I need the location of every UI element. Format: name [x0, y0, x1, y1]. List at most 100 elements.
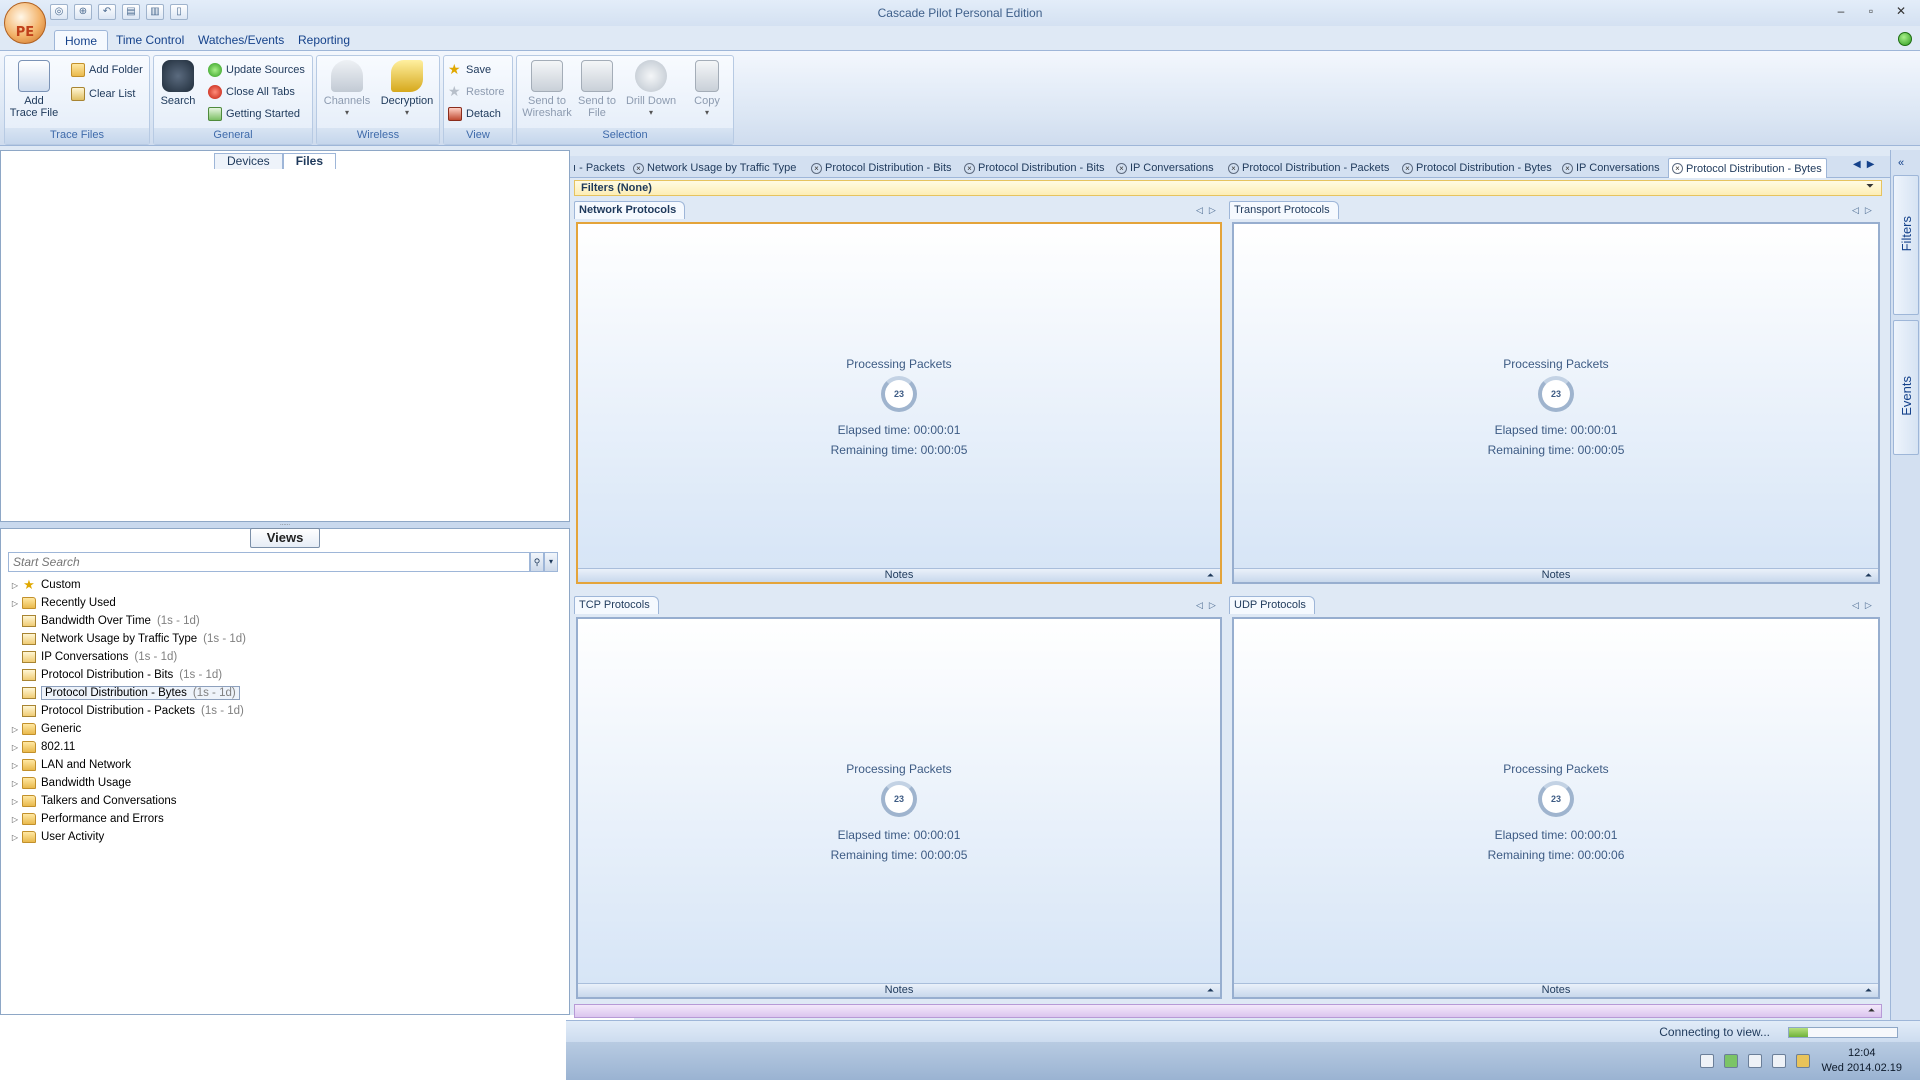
expand-icon[interactable]: ▷: [8, 599, 22, 608]
panel-tcp-protocols[interactable]: Processing Packets 23 Elapsed time: 00:0…: [576, 617, 1222, 999]
help-icon[interactable]: [1898, 32, 1912, 46]
notes-bar[interactable]: Notes ⏶: [1234, 568, 1878, 582]
send-to-wireshark-button[interactable]: Send to Wireshark: [519, 60, 575, 119]
doc-tab-packets[interactable]: ı - Packets: [570, 158, 625, 178]
expand-icon[interactable]: ▷: [8, 833, 22, 842]
expand-icon[interactable]: ▷: [8, 779, 22, 788]
tab-watches-events[interactable]: Watches/Events: [188, 30, 294, 50]
expand-notes-icon[interactable]: ⏶: [1207, 569, 1214, 582]
restore-view-button[interactable]: ★ Restore: [448, 82, 505, 102]
expand-notes-icon[interactable]: ⏶: [1207, 984, 1214, 997]
keyboard-icon[interactable]: [1700, 1054, 1714, 1068]
expand-icon[interactable]: ▷: [8, 725, 22, 734]
doc-tab-protocol-bits[interactable]: × Protocol Distribution - Bits: [808, 158, 952, 178]
close-tab-icon[interactable]: ×: [811, 162, 822, 174]
detach-button[interactable]: Detach: [448, 104, 501, 124]
events-side-tab[interactable]: Events: [1893, 320, 1919, 455]
application-menu-button[interactable]: PE: [4, 2, 46, 44]
next-icon[interactable]: ▷: [1209, 205, 1222, 215]
panel-transport-protocols[interactable]: Processing Packets 23 Elapsed time: 00:0…: [1232, 222, 1880, 584]
scroll-right-icon[interactable]: ▶: [1867, 159, 1881, 170]
next-icon[interactable]: ▷: [1209, 600, 1222, 610]
tree-item-bandwidth-usage[interactable]: ▷ Bandwidth Usage: [8, 774, 548, 792]
tree-item-custom[interactable]: ▷ ★ Custom: [8, 576, 548, 594]
search-dropdown-icon[interactable]: ▾: [544, 552, 558, 572]
close-tab-icon[interactable]: ×: [1228, 162, 1239, 174]
close-tab-icon[interactable]: ×: [1562, 162, 1573, 174]
tab-time-control[interactable]: Time Control: [106, 30, 194, 50]
tree-item-generic[interactable]: ▷ Generic: [8, 720, 548, 738]
close-tab-icon[interactable]: ×: [964, 162, 975, 174]
tab-reporting[interactable]: Reporting: [288, 30, 360, 50]
notes-bar[interactable]: Notes ⏶: [578, 568, 1220, 582]
flag-icon[interactable]: [1796, 1054, 1810, 1068]
update-sources-button[interactable]: Update Sources: [208, 60, 305, 80]
close-button[interactable]: ✕: [1888, 3, 1914, 21]
minimize-button[interactable]: –: [1828, 3, 1854, 21]
tab-scroll-arrows[interactable]: ◀▶: [1853, 159, 1880, 170]
add-trace-file-button[interactable]: Add Trace File: [9, 60, 59, 119]
volume-icon[interactable]: [1748, 1054, 1762, 1068]
panel-tab-udp-protocols[interactable]: UDP Protocols: [1229, 596, 1315, 614]
doc-tab-ip-conversations[interactable]: × IP Conversations: [1113, 158, 1214, 178]
doc-tab-ip-conversations-2[interactable]: × IP Conversations: [1559, 158, 1660, 178]
drill-down-button[interactable]: Drill Down ▾: [621, 60, 681, 119]
panel-udp-protocols[interactable]: Processing Packets 23 Elapsed time: 00:0…: [1232, 617, 1880, 999]
panel-tab-transport-protocols[interactable]: Transport Protocols: [1229, 201, 1339, 219]
scroll-left-icon[interactable]: ◀: [1853, 159, 1867, 170]
doc-tab-protocol-bits-2[interactable]: × Protocol Distribution - Bits: [961, 158, 1105, 178]
prev-icon[interactable]: ◁: [1196, 205, 1209, 215]
expand-icon[interactable]: ▷: [8, 581, 22, 590]
expand-icon[interactable]: ▷: [8, 797, 22, 806]
tree-item-network-usage[interactable]: Network Usage by Traffic Type (1s - 1d): [8, 630, 548, 648]
prev-icon[interactable]: ◁: [1196, 600, 1209, 610]
notes-bar[interactable]: Notes ⏶: [1234, 983, 1878, 997]
tab-home[interactable]: Home: [54, 30, 109, 50]
panel-tab-tcp-protocols[interactable]: TCP Protocols: [574, 596, 659, 614]
panel-nav-arrows[interactable]: ◁▷: [1852, 205, 1878, 216]
search-options-icon[interactable]: ⚲: [530, 552, 544, 572]
collapse-sidebar-icon[interactable]: «: [1898, 157, 1904, 169]
search-button[interactable]: Search: [158, 60, 198, 107]
tree-item-protocol-packets[interactable]: Protocol Distribution - Packets (1s - 1d): [8, 702, 548, 720]
save-view-button[interactable]: ★ Save: [448, 60, 491, 80]
close-tab-icon[interactable]: ×: [1116, 162, 1127, 174]
tree-item-recently-used[interactable]: ▷ Recently Used: [8, 594, 548, 612]
close-tab-icon[interactable]: ×: [633, 162, 644, 174]
prev-icon[interactable]: ◁: [1852, 600, 1865, 610]
tree-item-802-11[interactable]: ▷ 802.11: [8, 738, 548, 756]
expand-icon[interactable]: ⏶: [1868, 1005, 1875, 1016]
getting-started-button[interactable]: Getting Started: [208, 104, 300, 124]
filters-side-tab[interactable]: Filters: [1893, 175, 1919, 315]
add-folder-button[interactable]: Add Folder: [71, 60, 143, 80]
security-icon[interactable]: [1724, 1054, 1738, 1068]
next-icon[interactable]: ▷: [1865, 205, 1878, 215]
decryption-button[interactable]: Decryption ▾: [377, 60, 437, 119]
expand-icon[interactable]: ▷: [8, 743, 22, 752]
panel-nav-arrows[interactable]: ◁▷: [1196, 205, 1222, 216]
tab-devices[interactable]: Devices: [214, 153, 283, 169]
expand-notes-icon[interactable]: ⏶: [1865, 569, 1872, 582]
tree-item-user-activity[interactable]: ▷ User Activity: [8, 828, 548, 846]
tree-item-protocol-bytes[interactable]: Protocol Distribution - Bytes (1s - 1d): [8, 684, 548, 702]
close-all-tabs-button[interactable]: Close All Tabs: [208, 82, 295, 102]
send-to-file-button[interactable]: Send to File: [577, 60, 617, 119]
tree-item-performance[interactable]: ▷ Performance and Errors: [8, 810, 548, 828]
panel-tab-network-protocols[interactable]: Network Protocols: [574, 201, 686, 219]
network-icon[interactable]: [1772, 1054, 1786, 1068]
panel-network-protocols[interactable]: Processing Packets 23 Elapsed time: 00:0…: [576, 222, 1222, 584]
tree-item-protocol-bits[interactable]: Protocol Distribution - Bits (1s - 1d): [8, 666, 548, 684]
collapse-filters-icon[interactable]: ⏷: [1866, 181, 1874, 192]
restore-button[interactable]: ▫: [1858, 3, 1884, 21]
tree-item-lan-network[interactable]: ▷ LAN and Network: [8, 756, 548, 774]
close-tab-icon[interactable]: ×: [1672, 163, 1683, 174]
notes-bar[interactable]: Notes ⏶: [578, 983, 1220, 997]
next-icon[interactable]: ▷: [1865, 600, 1878, 610]
doc-tab-protocol-bytes-active[interactable]: × Protocol Distribution - Bytes: [1668, 158, 1827, 178]
bottom-notes-bar[interactable]: ⏶: [574, 1004, 1882, 1018]
filters-bar[interactable]: Filters (None): [574, 180, 1882, 196]
channels-button[interactable]: Channels ▾: [321, 60, 373, 119]
doc-tab-protocol-packets[interactable]: × Protocol Distribution - Packets: [1225, 158, 1389, 178]
close-tab-icon[interactable]: ×: [1402, 162, 1413, 174]
expand-icon[interactable]: ▷: [8, 815, 22, 824]
